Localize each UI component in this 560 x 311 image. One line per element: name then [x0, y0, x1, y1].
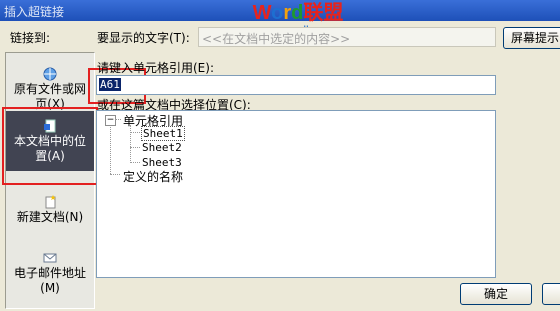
link-to-label: 链接到:	[10, 31, 51, 45]
screen-tip-button[interactable]: 屏幕提示	[503, 27, 560, 49]
highlight-box-sidebar	[2, 107, 98, 185]
location-tree[interactable]: − 单元格引用 Sheet1 Sheet2 Sheet3 定义的名称	[96, 110, 496, 278]
watermark-logo: Word联盟	[252, 2, 344, 24]
sidebar-item-email[interactable]: 电子邮件地址(M)	[6, 251, 94, 296]
sidebar-item-existing-file[interactable]: 原有文件或网页(X)	[6, 67, 94, 112]
sidebar-item-label: 电子邮件地址(M)	[13, 266, 86, 295]
tree-node-sheet[interactable]: Sheet1	[141, 126, 185, 141]
collapse-toggle-icon[interactable]: −	[105, 115, 116, 126]
cancel-button[interactable]	[542, 283, 560, 305]
sidebar-item-new-document[interactable]: 新建文档(N)	[6, 195, 94, 225]
cell-ref-input[interactable]: A61	[96, 75, 496, 95]
globe-icon	[43, 67, 57, 81]
email-icon	[43, 253, 57, 263]
display-text-label: 要显示的文字(T):	[97, 31, 190, 45]
tree-node-defined-names[interactable]: 定义的名称	[123, 168, 183, 185]
tree-node-sheet[interactable]: Sheet2	[142, 141, 182, 154]
ok-button[interactable]: 确定	[460, 283, 532, 305]
sidebar-item-label: 新建文档(N)	[16, 210, 84, 224]
cell-ref-label: 请键入单元格引用(E):	[97, 61, 214, 75]
new-document-icon	[45, 195, 56, 209]
display-text-input[interactable]: <<在文档中选定的内容>>	[198, 27, 496, 47]
window-title: 插入超链接	[4, 5, 65, 19]
